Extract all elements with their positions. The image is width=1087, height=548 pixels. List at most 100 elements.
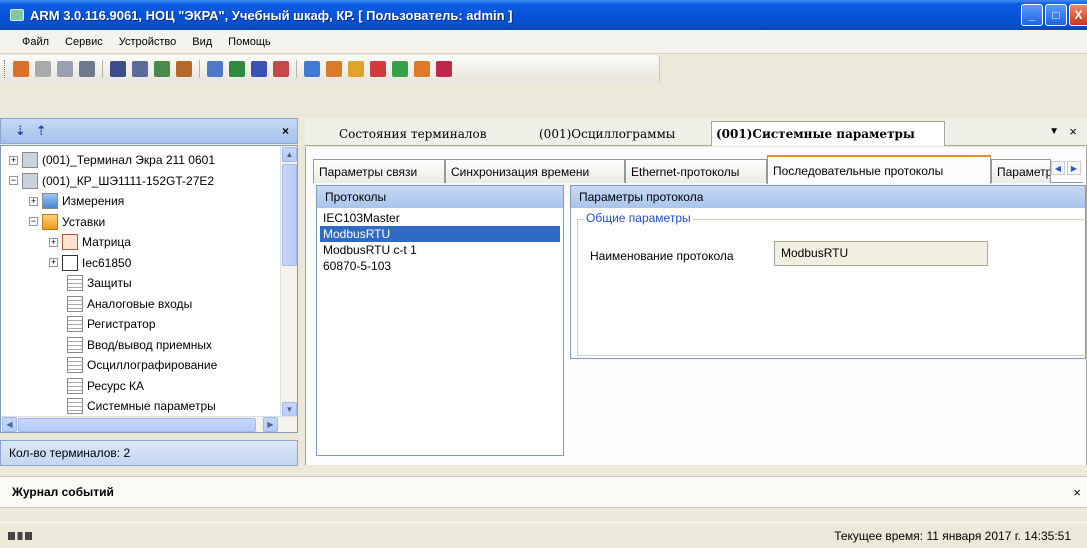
tree-item-label: Матрица <box>82 235 131 249</box>
tree-item-label: Измерения <box>62 194 125 208</box>
transfer-icon[interactable] <box>392 61 408 77</box>
status-bar: Текущее время: 11 января 2017 г. 14:35:5… <box>0 522 1087 548</box>
protocols-panel: Протоколы IEC103Master ModbusRTU ModbusRTU… <box>316 185 564 456</box>
subtab-connection[interactable]: Параметры связи <box>313 159 445 183</box>
protocol-params-panel: Параметры протокола Общие параметры Наим… <box>570 185 1087 359</box>
table-icon[interactable] <box>132 61 148 77</box>
expand-icon[interactable]: + <box>49 258 58 267</box>
tree-item-label: Iec61850 <box>82 255 132 270</box>
tree-item[interactable]: Регистратор <box>67 314 156 334</box>
scroll-right-button[interactable]: ▶ <box>263 417 278 432</box>
expand-icon[interactable]: + <box>29 196 38 206</box>
terminal-count-bar: Кол-во терминалов: 2 <box>0 440 298 466</box>
tree-vertical-scrollbar[interactable]: ▲ ▼ <box>280 146 297 418</box>
tab-scroll-right-icon[interactable]: ▶ <box>1067 161 1081 175</box>
maximize-button[interactable]: □ <box>1045 4 1067 26</box>
tree-item[interactable]: Осциллографирование <box>67 355 217 375</box>
chart-icon[interactable] <box>370 61 386 77</box>
tree-horizontal-thumb[interactable] <box>18 418 256 432</box>
tab-close-button[interactable]: × <box>1069 124 1077 139</box>
subtab-ethernet[interactable]: Ethernet-протоколы <box>625 159 767 183</box>
disconnect-icon[interactable] <box>35 61 51 77</box>
menu-service[interactable]: Сервис <box>57 36 111 48</box>
sub-tabs: Параметры связи Синхронизация времени Et… <box>313 155 1083 184</box>
toolbar <box>0 55 660 83</box>
tree-item[interactable]: + Матрица <box>49 232 131 252</box>
sort-down-icon[interactable]: ⇣ <box>15 123 26 139</box>
book-icon[interactable] <box>436 61 452 77</box>
tree-item[interactable]: Ввод/вывод приемных <box>67 335 212 355</box>
subtab-params[interactable]: Параметры <box>991 159 1051 183</box>
protocol-item[interactable]: ModbusRTU <box>320 226 560 242</box>
event-journal-title: Журнал событий <box>12 485 114 499</box>
toolbar-grip[interactable] <box>4 60 7 78</box>
folder-icon[interactable] <box>348 61 364 77</box>
subtab-serial[interactable]: Последовательные протоколы <box>767 155 991 184</box>
tab-oscillograms[interactable]: (001)Осциллограммы <box>535 121 711 146</box>
system-params-view: Параметры связи Синхронизация времени Et… <box>305 147 1087 465</box>
tree-vertical-thumb[interactable] <box>282 164 297 266</box>
tree-item[interactable]: Защиты <box>67 273 132 293</box>
window-dropdown-icon[interactable] <box>154 61 170 77</box>
collapse-icon[interactable]: − <box>29 217 38 226</box>
close-button[interactable]: X <box>1069 4 1087 26</box>
group-title: Общие параметры <box>584 211 693 225</box>
tree-item-label: (001)_КР_ШЭ1111-152GT-27Е2 <box>42 173 215 188</box>
subtab-time-sync[interactable]: Синхронизация времени <box>445 159 625 183</box>
print-icon[interactable] <box>304 61 320 77</box>
expand-icon[interactable]: + <box>49 237 58 247</box>
tab-label: (001)Системные параметры <box>716 127 915 141</box>
tree-item[interactable]: − (001)_КР_ШЭ1111-152GT-27Е2 <box>9 171 214 191</box>
subtab-label: Синхронизация времени <box>451 164 590 179</box>
tab-terminal-states[interactable]: Состояния терминалов <box>317 121 535 146</box>
tree-icon[interactable] <box>229 61 245 77</box>
menu-file[interactable]: Файл <box>14 36 57 48</box>
list-icon[interactable] <box>79 61 95 77</box>
menu-device[interactable]: Устройство <box>111 36 185 48</box>
edit-icon[interactable] <box>326 61 342 77</box>
tabs-dropdown-icon[interactable]: ▼ <box>1049 126 1059 137</box>
menu-view[interactable]: Вид <box>184 36 220 48</box>
scroll-down-button[interactable]: ▼ <box>282 402 297 417</box>
protocol-item[interactable]: ModbusRTU c-t 1 <box>317 242 563 258</box>
tools-icon[interactable] <box>273 61 289 77</box>
tab-scroll-arrows: ◀ ▶ <box>1051 161 1081 175</box>
blocks-icon[interactable] <box>110 61 126 77</box>
filter-icon[interactable] <box>251 61 267 77</box>
protocol-item[interactable]: 60870-5-103 <box>317 258 563 274</box>
toolbar-separator <box>199 60 200 78</box>
grid-icon[interactable] <box>57 61 73 77</box>
tab-system-params[interactable]: (001)Системные параметры <box>711 121 945 146</box>
tree-item[interactable]: Ресурс КА <box>67 376 144 396</box>
tree-item[interactable]: + Измерения <box>29 191 124 211</box>
expand-icon[interactable]: + <box>9 155 18 165</box>
toolbar-separator <box>102 60 103 78</box>
tree-item[interactable]: Аналоговые входы <box>67 294 192 314</box>
page-icon <box>67 316 83 332</box>
term-icon <box>22 152 38 168</box>
read-icon[interactable] <box>176 61 192 77</box>
report-icon[interactable] <box>207 61 223 77</box>
protocols-header: Протоколы <box>317 186 563 208</box>
tree-item[interactable]: Системные параметры <box>67 396 216 416</box>
minimize-button[interactable]: _ <box>1021 4 1043 26</box>
tree-item[interactable]: + Iec61850 <box>49 253 131 273</box>
scroll-left-button[interactable]: ◀ <box>2 417 17 432</box>
menu-bar: Файл Сервис Устройство Вид Помощь <box>0 30 1087 54</box>
tree-panel-close-button[interactable]: × <box>282 124 289 138</box>
collapse-icon[interactable]: − <box>9 176 18 185</box>
protocol-name-field[interactable]: ModbusRTU <box>774 241 988 266</box>
terminal-tree: + (001)_Терминал Экра 211 0601 − (001)_КР_Ш… <box>0 145 298 433</box>
journal-close-button[interactable]: × <box>1073 485 1081 500</box>
tree-item[interactable]: − Уставки <box>29 212 105 232</box>
subtab-label: Ethernet-протоколы <box>631 164 740 179</box>
connect-icon[interactable] <box>13 61 29 77</box>
sort-up-icon[interactable]: ⇡ <box>36 123 47 139</box>
menu-help[interactable]: Помощь <box>220 36 279 48</box>
protocol-item[interactable]: IEC103Master <box>317 210 563 226</box>
tree-horizontal-scrollbar[interactable]: ◀ ▶ <box>1 416 297 432</box>
settings-icon[interactable] <box>414 61 430 77</box>
tree-item[interactable]: + (001)_Терминал Экра 211 0601 <box>9 150 215 170</box>
tab-scroll-left-icon[interactable]: ◀ <box>1051 161 1065 175</box>
scroll-up-button[interactable]: ▲ <box>282 147 297 162</box>
